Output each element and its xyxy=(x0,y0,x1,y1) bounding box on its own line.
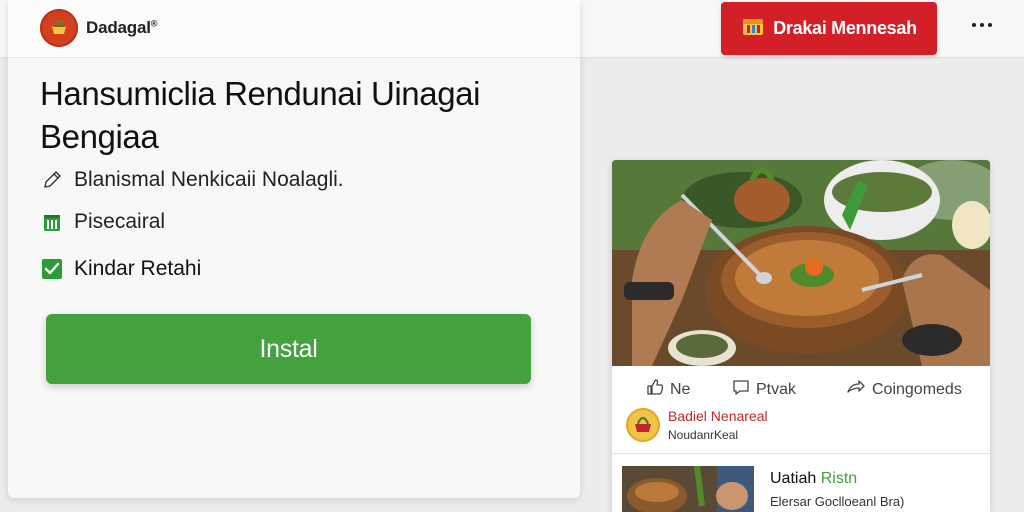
author-subtitle: NoudanrKeal xyxy=(668,428,739,442)
share-label: Coingomeds xyxy=(872,380,962,398)
feature-item[interactable]: Kindar Retahi xyxy=(40,257,201,281)
post-author[interactable]: Badiel Nenareal NoudanrKeal xyxy=(626,406,976,446)
like-label: Ne xyxy=(670,380,691,398)
author-name[interactable]: Badiel Nenareal xyxy=(668,408,768,424)
brand-name: Dadagal® xyxy=(86,18,158,37)
feature-item: Pisecairal xyxy=(40,210,165,234)
post-actions-bar: Ne Ptvak Coingomeds xyxy=(612,366,990,408)
like-button[interactable]: Ne xyxy=(646,378,690,401)
share-button[interactable]: Coingomeds xyxy=(846,378,962,401)
related-thumbnail[interactable] xyxy=(622,466,754,512)
avatar[interactable] xyxy=(626,408,660,442)
comment-label: Ptvak xyxy=(756,380,797,398)
post-card[interactable]: Ne Ptvak Coingomeds Badiel Nenareal Noud… xyxy=(612,160,990,512)
promo-card: Dadagal® Hansumiclia Rendunai Uinagai Be… xyxy=(8,0,580,498)
install-button[interactable]: Instal xyxy=(46,314,531,384)
more-options-icon[interactable] xyxy=(962,12,1002,38)
food-box-icon xyxy=(741,15,765,42)
related-description: Elersar Goclloeanl Bra) xyxy=(770,494,905,509)
comment-icon xyxy=(732,378,750,401)
feature-item: Blanismal Nenkicaii Noalagli. xyxy=(40,168,344,192)
feature-label: Blanismal Nenkicaii Noalagli. xyxy=(74,168,344,191)
comment-button[interactable]: Ptvak xyxy=(732,378,796,401)
feature-label: Pisecairal xyxy=(74,210,166,233)
brand[interactable]: Dadagal® xyxy=(40,8,157,48)
divider xyxy=(612,453,990,454)
app-page: Dadagal® Hansumiclia Rendunai Uinagai Be… xyxy=(0,0,1024,512)
pencil-icon xyxy=(40,168,64,192)
like-icon xyxy=(646,378,664,401)
grocery-bag-icon xyxy=(40,210,64,234)
checkbox-checked-icon[interactable] xyxy=(40,257,64,281)
top-cta-label: Drakai Mennesah xyxy=(773,18,917,38)
page-title: Hansumiclia Rendunai Uinagai Bengiaa xyxy=(40,75,481,155)
feature-label: Kindar Retahi xyxy=(74,257,202,280)
top-cta-button[interactable]: Drakai Mennesah xyxy=(721,2,937,55)
related-title[interactable]: Uatiah Ristn xyxy=(770,470,857,488)
related-item[interactable]: Uatiah Ristn Elersar Goclloeanl Bra) xyxy=(622,466,982,512)
share-icon xyxy=(846,378,866,401)
post-food-image[interactable] xyxy=(612,160,990,366)
brand-logo-icon xyxy=(40,9,78,47)
